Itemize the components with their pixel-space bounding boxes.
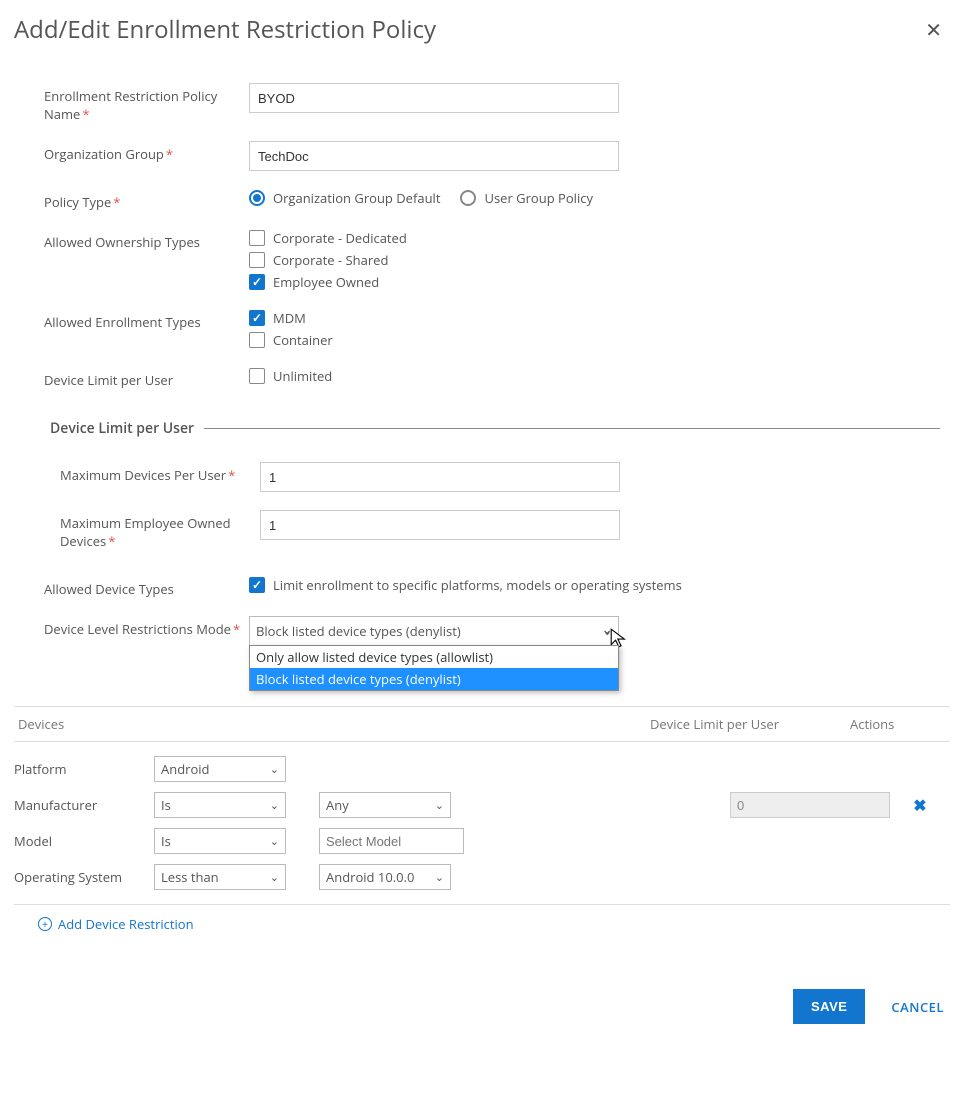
devices-header-devices: Devices [14,715,650,733]
section-divider-line [204,428,940,429]
restrictions-mode-select[interactable]: Block listed device types (denylist) ⌄ [249,616,619,646]
manufacturer-label: Manufacturer [14,796,154,814]
platform-select[interactable]: Android⌄ [154,756,286,782]
max-employee-owned-label: Maximum Employee Owned Devices* [60,510,260,550]
org-group-input[interactable] [249,141,619,171]
cancel-button[interactable]: CANCEL [891,998,944,1016]
limit-enrollment-label: Limit enrollment to specific platforms, … [273,576,682,594]
restrictions-mode-dropdown[interactable]: Only allow listed device types (allowlis… [249,645,619,691]
save-button[interactable]: SAVE [793,989,865,1024]
ownership-employee-owned-checkbox[interactable] [249,274,265,290]
remove-restriction-icon[interactable]: ✖ [890,794,950,816]
add-device-restriction-link[interactable]: + Add Device Restriction [14,905,194,933]
ownership-corp-dedicated-label: Corporate - Dedicated [273,229,407,247]
policy-type-user-group-radio[interactable] [460,190,476,206]
enrollment-mdm-label: MDM [273,309,306,327]
model-val-input[interactable] [319,828,464,854]
enrollment-container-checkbox[interactable] [249,332,265,348]
policy-type-org-default-label: Organization Group Default [273,189,440,207]
policy-name-input[interactable] [249,83,619,113]
ownership-corp-dedicated-checkbox[interactable] [249,230,265,246]
enrollment-mdm-checkbox[interactable] [249,310,265,326]
devices-header-actions: Actions [850,715,950,733]
os-label: Operating System [14,868,154,886]
allowed-device-types-label: Allowed Device Types [44,576,249,598]
ownership-employee-owned-label: Employee Owned [273,273,379,291]
model-op-select[interactable]: Is⌄ [154,828,286,854]
max-employee-owned-input[interactable] [260,510,620,540]
os-val-select[interactable]: Android 10.0.0⌄ [319,864,451,890]
ownership-corp-shared-label: Corporate - Shared [273,251,388,269]
enrollment-types-label: Allowed Enrollment Types [44,309,249,331]
devices-header-limit: Device Limit per User [650,715,850,733]
close-icon[interactable]: ✕ [917,12,950,47]
device-limit-input[interactable] [730,792,890,818]
max-devices-input[interactable] [260,462,620,492]
policy-name-label: Enrollment Restriction Policy Name* [44,83,249,123]
restrictions-mode-label: Device Level Restrictions Mode* [44,616,249,638]
manufacturer-op-select[interactable]: Is⌄ [154,792,286,818]
device-limit-unlimited-checkbox[interactable] [249,368,265,384]
device-limit-unlimited-label: Unlimited [273,367,332,385]
model-label: Model [14,832,154,850]
platform-label: Platform [14,760,154,778]
plus-icon: + [38,917,52,931]
org-group-label: Organization Group* [44,141,249,163]
manufacturer-val-select[interactable]: Any⌄ [319,792,451,818]
restrictions-mode-option-allowlist[interactable]: Only allow listed device types (allowlis… [250,646,618,668]
device-limit-label: Device Limit per User [44,367,249,389]
ownership-corp-shared-checkbox[interactable] [249,252,265,268]
policy-type-user-group-label: User Group Policy [484,189,593,207]
device-limit-section-title: Device Limit per User [44,419,204,438]
max-devices-label: Maximum Devices Per User* [60,462,260,484]
enrollment-container-label: Container [273,331,333,349]
os-op-select[interactable]: Less than⌄ [154,864,286,890]
limit-enrollment-checkbox[interactable] [249,577,265,593]
policy-type-label: Policy Type* [44,189,249,211]
chevron-down-icon: ⌄ [603,624,612,639]
page-title: Add/Edit Enrollment Restriction Policy [14,13,917,46]
ownership-types-label: Allowed Ownership Types [44,229,249,251]
restrictions-mode-option-denylist[interactable]: Block listed device types (denylist) [250,668,618,690]
policy-type-org-default-radio[interactable] [249,190,265,206]
